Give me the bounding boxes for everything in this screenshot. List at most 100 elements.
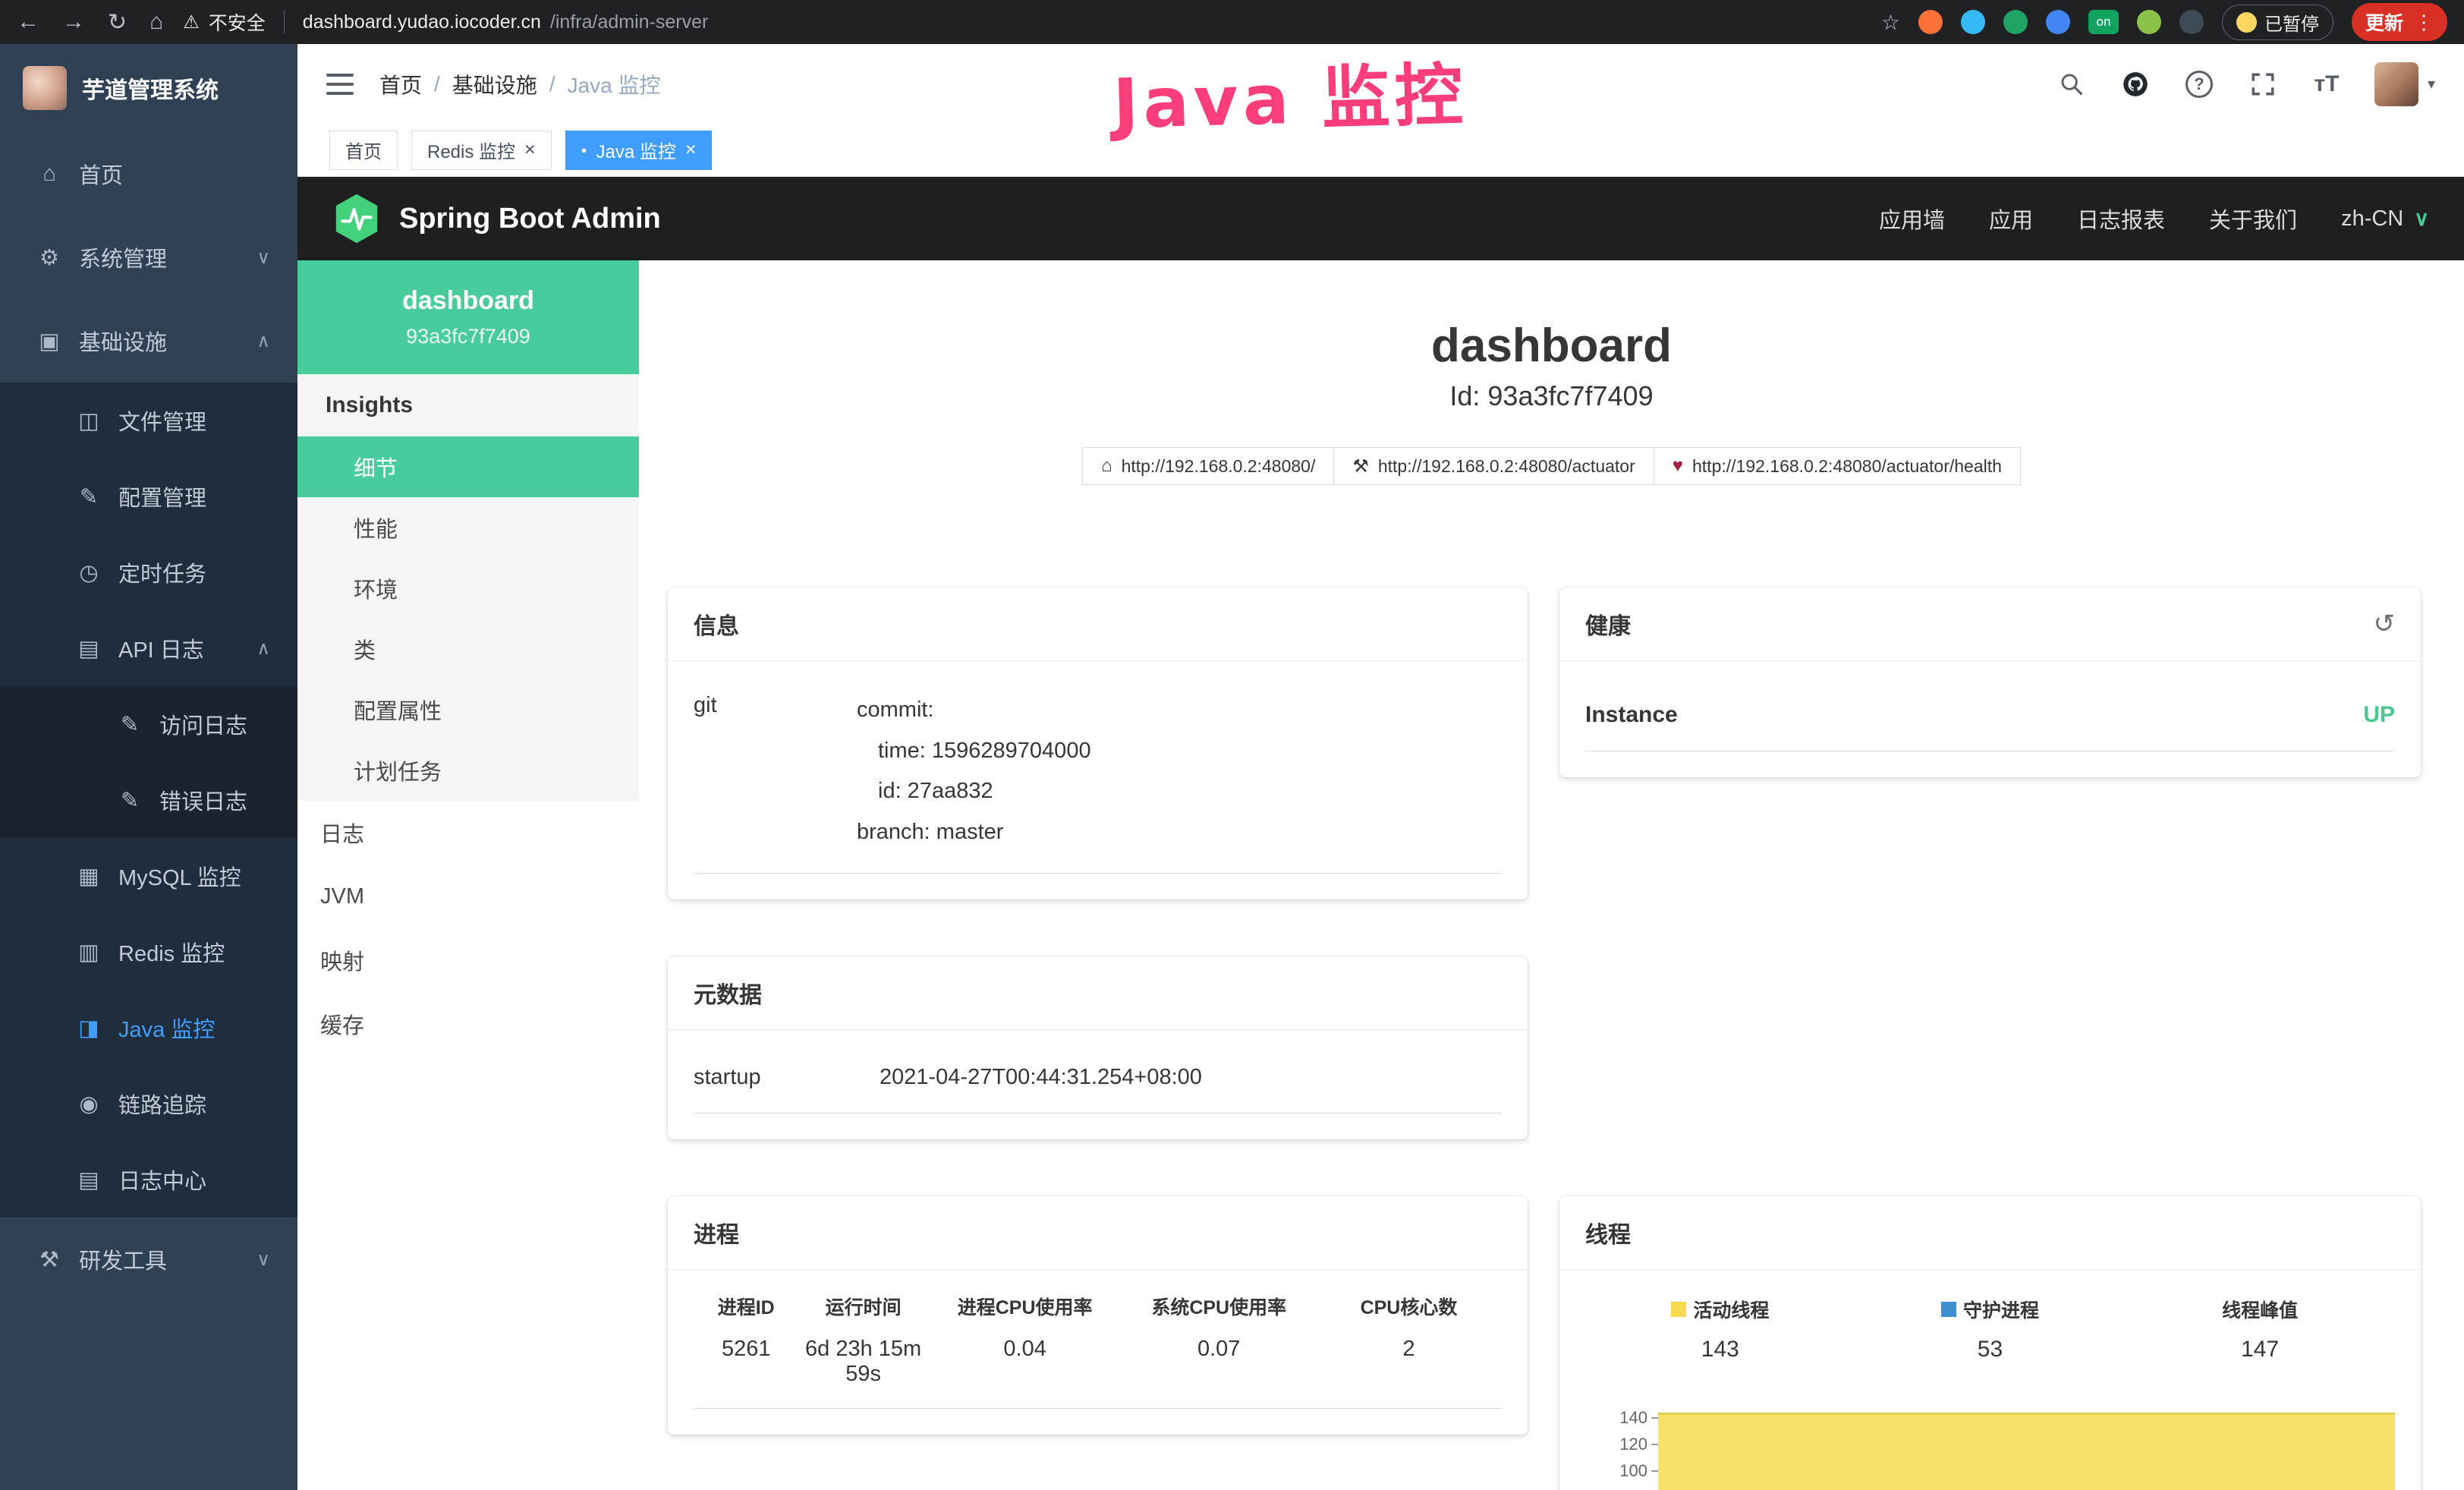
browser-toolbar-right: ☆ on 已暂停 更新 ⋮ (1881, 3, 2447, 41)
link-actuator-url[interactable]: ⚒ http://192.168.0.2:48080/actuator (1333, 447, 1654, 485)
fox-extension-icon[interactable] (1918, 10, 1943, 34)
tab-home[interactable]: 首页 (329, 131, 398, 170)
github-icon[interactable] (2119, 68, 2151, 100)
breadcrumb-separator: / (434, 72, 440, 96)
status-badge: UP (2363, 702, 2395, 728)
video-extension-icon[interactable] (2003, 10, 2028, 34)
browser-nav-controls: ← → ↻ ⌂ (17, 9, 163, 36)
threads-chart-plot (1658, 1405, 2395, 1490)
sidebar-item-mysql-monitor[interactable]: ▦ MySQL 监控 (0, 838, 297, 914)
sidebar-item-api-logs[interactable]: ▤ API 日志 ∧ (0, 610, 297, 686)
sidebar-item-label: 访问日志 (159, 708, 247, 740)
sidebar-item-system-management[interactable]: ⚙ 系统管理 ∨ (0, 216, 297, 299)
sba-item-classes[interactable]: 类 (297, 619, 639, 679)
sidebar-item-access-logs[interactable]: ✎ 访问日志 (0, 686, 297, 762)
sba-item-caches[interactable]: 缓存 (297, 992, 639, 1056)
back-button[interactable]: ← (17, 9, 39, 35)
sba-item-scheduled-tasks[interactable]: 计划任务 (297, 740, 639, 801)
sba-item-performance[interactable]: 性能 (297, 497, 639, 558)
sidebar-item-log-center[interactable]: ▤ 日志中心 (0, 1142, 297, 1218)
monitor-icon: ▣ (35, 328, 64, 354)
info-card-title: 信息 (694, 607, 739, 641)
sba-nav-about[interactable]: 关于我们 (2209, 203, 2297, 235)
sidebar-item-home[interactable]: ⌂ 首页 (0, 132, 297, 216)
sba-title: Spring Boot Admin (399, 203, 661, 235)
daemon-threads-swatch-icon (1941, 1302, 1956, 1317)
reload-button[interactable]: ↻ (108, 9, 127, 36)
link-url: http://192.168.0.2:48080/actuator/health (1692, 456, 2002, 477)
sba-app-block[interactable]: dashboard 93a3fc7f7409 (297, 260, 639, 374)
history-icon[interactable]: ↺ (2374, 609, 2396, 639)
health-card: 健康 ↺ Instance UP (1559, 587, 2421, 777)
fullscreen-icon[interactable] (2247, 68, 2279, 100)
sidebar-item-redis-monitor[interactable]: ▥ Redis 监控 (0, 914, 297, 990)
sba-brand[interactable]: Spring Boot Admin (332, 193, 661, 244)
edit-doc-icon: ✎ (115, 711, 144, 738)
sidebar-item-infrastructure[interactable]: ▣ 基础设施 ∧ (0, 299, 297, 383)
sba-item-environment[interactable]: 环境 (297, 558, 639, 619)
update-browser-button[interactable]: 更新 ⋮ (2352, 3, 2447, 41)
sidebar-item-java-monitor[interactable]: ◨ Java 监控 (0, 990, 297, 1066)
threads-legend: 活动线程 143 守护进程 (1585, 1293, 2395, 1362)
avatar-image (2374, 62, 2418, 106)
browser-menu-kebab-icon[interactable]: ⋮ (2414, 11, 2434, 34)
sidebar-item-error-logs[interactable]: ✎ 错误日志 (0, 762, 297, 838)
breadcrumb-home[interactable]: 首页 (379, 69, 422, 99)
sidebar-item-label: API 日志 (118, 632, 204, 664)
switch-on-extension-icon[interactable]: on (2088, 10, 2119, 34)
home-icon: ⌂ (35, 162, 64, 187)
sidebar-item-link-tracing[interactable]: ◉ 链路追踪 (0, 1066, 297, 1142)
sba-nav-wallboard[interactable]: 应用墙 (1879, 203, 1945, 235)
link-health-url[interactable]: ♥ http://192.168.0.2:48080/actuator/heal… (1654, 447, 2021, 485)
sidebar-item-scheduled-tasks[interactable]: ◷ 定时任务 (0, 534, 297, 610)
language-selector[interactable]: zh-CN ∨ (2341, 206, 2429, 232)
browser-home-button[interactable]: ⌂ (149, 9, 163, 35)
sba-header: Spring Boot Admin 应用墙 应用 日志报表 关于我们 zh-CN… (297, 177, 2464, 260)
link-home-url[interactable]: ⌂ http://192.168.0.2:48080/ (1082, 447, 1334, 485)
paw-extension-icon[interactable] (2179, 10, 2204, 34)
layers-icon: ▥ (74, 939, 103, 966)
logo-title: 芋道管理系统 (82, 71, 219, 105)
metadata-card-title: 元数据 (694, 976, 762, 1010)
sba-item-config-props[interactable]: 配置属性 (297, 679, 639, 740)
update-label: 更新 (2365, 8, 2403, 36)
bookmark-star-icon[interactable]: ☆ (1881, 10, 1900, 35)
tab-redis-monitor[interactable]: Redis 监控 × (411, 131, 552, 170)
close-icon[interactable]: × (524, 139, 536, 161)
tab-java-monitor[interactable]: ● Java 监控 × (565, 131, 713, 170)
sidebar-item-dev-tools[interactable]: ⚒ 研发工具 ∨ (0, 1218, 297, 1301)
sba-nav-applications[interactable]: 应用 (1989, 203, 2033, 235)
hamburger-icon[interactable] (326, 69, 354, 99)
process-value-cpu-cores: 2 (1316, 1337, 1502, 1409)
tab-label: Redis 监控 (427, 137, 515, 163)
sidebar-item-file-management[interactable]: ◫ 文件管理 (0, 383, 297, 458)
user-avatar[interactable]: ▾ (2374, 62, 2435, 106)
admin-sidebar: 芋道管理系统 ⌂ 首页 ⚙ 系统管理 ∨ ▣ 基础设施 ∧ ◫ 文件管理 ✎ (0, 44, 297, 1490)
search-icon[interactable] (2056, 68, 2088, 100)
sba-item-logs[interactable]: 日志 (297, 801, 639, 865)
sba-nav-journal[interactable]: 日志报表 (2077, 203, 2165, 235)
sidebar-item-label: MySQL 监控 (118, 860, 241, 892)
forward-button[interactable]: → (62, 9, 85, 35)
sba-item-jvm[interactable]: JVM (297, 865, 639, 928)
sba-item-details[interactable]: 细节 (297, 436, 639, 497)
sidebar-item-config-management[interactable]: ✎ 配置管理 (0, 458, 297, 534)
sync-paused-pill[interactable]: 已暂停 (2222, 5, 2333, 40)
font-size-icon[interactable]: тT (2311, 68, 2343, 100)
water-extension-icon[interactable] (1961, 10, 1985, 34)
database-icon: ▦ (74, 863, 103, 890)
grid-extension-icon[interactable] (2046, 10, 2070, 34)
y-tick-label: 100 (1619, 1461, 1647, 1481)
live-threads-area (1658, 1413, 2395, 1490)
help-icon[interactable]: ? (2183, 68, 2215, 100)
process-header-cpu-cores: CPU核心数 (1316, 1293, 1502, 1320)
leaf-extension-icon[interactable] (2137, 10, 2161, 34)
address-bar[interactable]: ⚠ 不安全 dashboard.yudao.iocoder.cn /infra/… (183, 8, 708, 36)
sba-item-mappings[interactable]: 映射 (297, 928, 639, 992)
close-icon[interactable]: × (685, 139, 697, 161)
sidebar-item-label: 日志中心 (118, 1164, 206, 1195)
eye-icon: ◉ (74, 1091, 103, 1117)
breadcrumb-infrastructure[interactable]: 基础设施 (452, 69, 537, 99)
git-branch-line: branch: master (857, 812, 1091, 853)
security-warning-icon[interactable]: ⚠ (183, 11, 200, 33)
